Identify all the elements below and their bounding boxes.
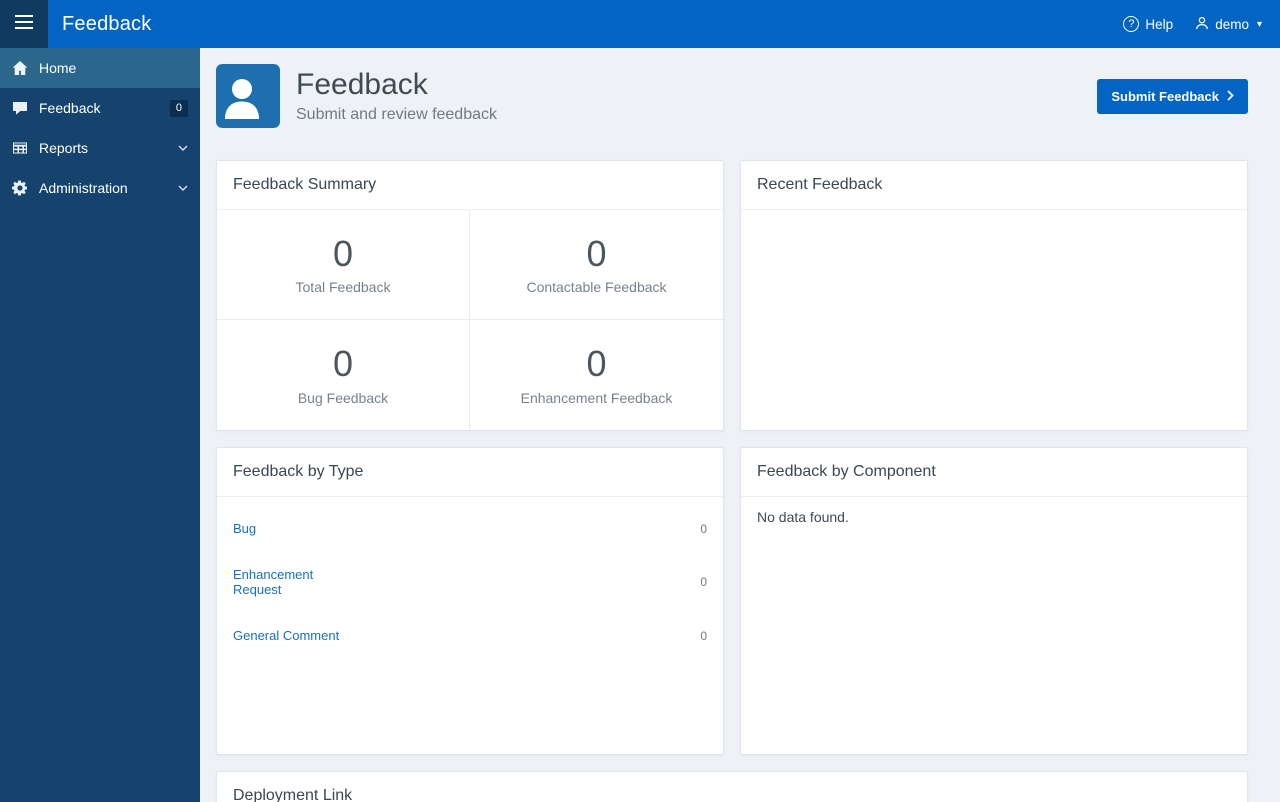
stat-contactable-feedback: 0 Contactable Feedback [470,210,723,320]
sidebar-item-label: Reports [39,140,89,156]
topbar-actions: ? Help demo ▾ [1123,16,1280,33]
bar-chart: Bug 0 Enhancement Request 0 General Comm… [217,497,723,682]
page-title: Feedback [296,67,428,101]
stat-value: 0 [332,343,354,385]
topbar: Feedback ? Help demo ▾ [0,0,1280,48]
stat-value: 0 [332,232,354,274]
hamburger-icon [15,14,33,34]
feedback-by-component-card: Feedback by Component No data found. [740,447,1248,755]
bar-row-bug: Bug 0 [233,521,707,536]
card-title: Feedback by Type [217,448,723,497]
sidebar-nav: Home Feedback 0 Reports Administration [0,48,200,802]
stat-label: Bug Feedback [297,389,389,406]
feedback-count-badge: 0 [169,99,188,117]
home-icon [12,60,28,76]
recent-feedback-card: Recent Feedback [740,160,1248,431]
sidebar-item-feedback[interactable]: Feedback 0 [0,88,200,128]
sidebar-item-home[interactable]: Home [0,48,200,88]
user-icon [1195,16,1209,33]
app-title: Feedback [62,12,152,35]
card-title: Feedback by Component [741,448,1247,497]
main-content: Feedback Submit and review feedback Subm… [200,48,1280,802]
bar-label-link[interactable]: Enhancement Request [233,567,361,597]
stat-label: Total Feedback [295,279,391,296]
stat-value: 0 [586,232,607,274]
page-subtitle: Submit and review feedback [296,106,497,124]
stat-value: 0 [586,343,607,385]
sidebar-item-label: Feedback [39,100,101,116]
sidebar-item-label: Administration [39,180,128,196]
stat-label: Enhancement Feedback [520,389,673,406]
gear-icon [12,180,28,196]
hamburger-menu-button[interactable] [0,0,48,48]
user-menu[interactable]: demo ▾ [1195,16,1262,33]
reports-icon [12,140,28,156]
bar-row-enhancement-request: Enhancement Request 0 [233,567,707,597]
feedback-summary-card: Feedback Summary 0 Total Feedback 0 Cont… [216,160,724,431]
app-icon [216,64,280,128]
submit-feedback-button[interactable]: Submit Feedback [1097,78,1248,114]
sidebar-item-reports[interactable]: Reports [0,128,200,168]
submit-feedback-label: Submit Feedback [1111,88,1219,104]
no-data-message: No data found. [757,509,849,525]
card-title: Feedback Summary [217,161,723,210]
stat-label: Contactable Feedback [526,279,667,296]
sidebar-item-label: Home [39,60,77,76]
summary-stats: 0 Total Feedback 0 Contactable Feedback … [217,210,723,430]
feedback-icon [12,100,28,116]
dashboard-cards: Feedback Summary 0 Total Feedback 0 Cont… [216,160,1248,802]
bar-label-link[interactable]: Bug [233,521,361,536]
help-menu[interactable]: ? Help [1123,16,1173,32]
page-header: Feedback Submit and review feedback Subm… [216,64,1248,128]
card-title: Recent Feedback [741,161,1247,210]
user-name: demo [1215,16,1249,32]
stat-bug-feedback: 0 Bug Feedback [217,320,470,430]
feedback-by-type-card: Feedback by Type Bug 0 Enhancement Reque… [216,447,724,755]
chevron-right-icon [1227,89,1234,104]
bar-label-link[interactable]: General Comment [233,628,361,643]
chevron-down-icon [178,185,188,191]
help-label: Help [1145,16,1174,32]
bar-value: 0 [700,521,707,536]
deployment-link-card: Deployment Link [216,771,1248,802]
bar-row-general-comment: General Comment 0 [233,628,707,643]
card-title: Deployment Link [217,772,1247,802]
stat-total-feedback: 0 Total Feedback [217,210,470,320]
stat-enhancement-feedback: 0 Enhancement Feedback [470,320,723,430]
chevron-down-icon [178,145,188,151]
page-titles: Feedback Submit and review feedback [296,68,497,125]
caret-down-icon: ▾ [1256,18,1262,30]
bar-value: 0 [700,628,707,643]
help-icon: ? [1123,16,1140,32]
sidebar-item-administration[interactable]: Administration [0,168,200,208]
bar-value: 0 [700,575,707,589]
